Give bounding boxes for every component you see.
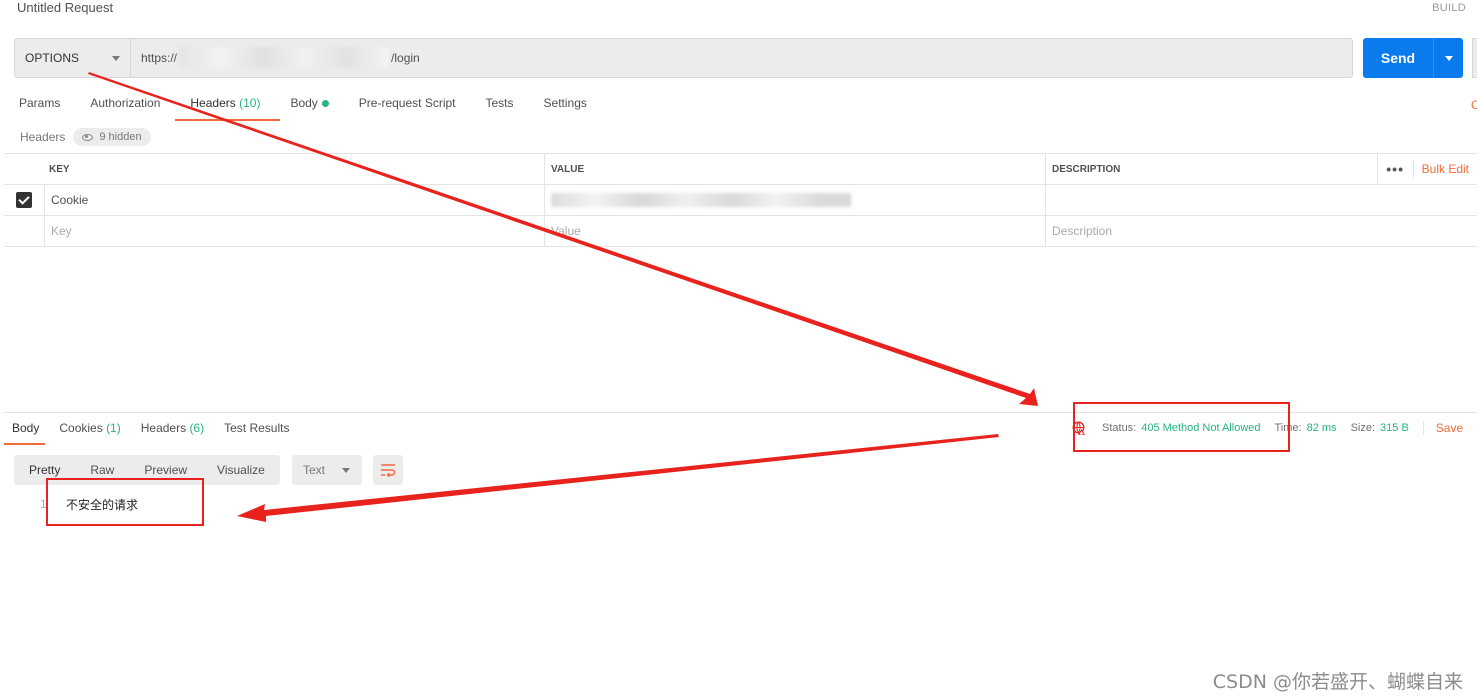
redacted-host (179, 47, 390, 69)
url-input[interactable]: https:// /login (131, 47, 420, 69)
headers-subheader: Headers 9 hidden (20, 128, 151, 146)
tab-label: Headers (190, 96, 236, 110)
annotation-box-body (46, 478, 204, 526)
row-checkbox-cell (4, 185, 45, 215)
chevron-down-icon (112, 55, 120, 61)
tab-headers[interactable]: Headers (10) (175, 96, 281, 121)
enabled-checkbox[interactable] (16, 192, 32, 208)
headers-label: Headers (20, 130, 66, 144)
tab-count: (1) (106, 421, 121, 435)
column-key: KEY (45, 154, 545, 184)
wrap-lines-button[interactable] (373, 455, 403, 485)
resp-tab-cookies[interactable]: Cookies (1) (59, 421, 120, 445)
cookies-link[interactable]: C (1471, 98, 1477, 112)
request-tabs: Params Authorization Headers (10) Body P… (19, 96, 617, 121)
format-select[interactable]: Text (292, 455, 362, 485)
tab-pre-request-script[interactable]: Pre-request Script (359, 96, 456, 121)
description-cell[interactable] (1046, 185, 1477, 215)
chevron-down-icon (1444, 55, 1453, 61)
tab-params[interactable]: Params (19, 96, 60, 121)
header-spacer (4, 154, 45, 184)
url-bar: OPTIONS https:// /login (14, 38, 1353, 78)
tab-label: Settings (543, 96, 587, 110)
tab-label: Cookies (59, 421, 103, 435)
table-row-empty: Key Value Description (4, 216, 1477, 247)
tab-label: Test Results (224, 421, 290, 435)
key-input[interactable]: Key (45, 216, 545, 246)
url-prefix: https:// (141, 51, 178, 65)
save-response-button[interactable]: Save (1422, 421, 1463, 435)
send-label: Send (1380, 50, 1416, 66)
resp-tab-test-results[interactable]: Test Results (224, 421, 289, 445)
tab-label: Body (290, 96, 318, 110)
tab-label: Body (12, 421, 40, 435)
tab-label: Headers (140, 421, 187, 435)
send-button[interactable]: Send (1363, 38, 1463, 78)
tab-authorization[interactable]: Authorization (90, 96, 160, 121)
eye-icon (82, 133, 94, 141)
redacted-value (551, 193, 851, 207)
table-tools: ••• Bulk Edit (1376, 154, 1477, 184)
chevron-down-icon (342, 467, 350, 473)
tab-label: Tests (485, 96, 514, 110)
row-checkbox-cell (4, 216, 45, 246)
value-cell[interactable] (545, 185, 1046, 215)
method-select[interactable]: OPTIONS (15, 39, 131, 77)
headers-table: KEY VALUE DESCRIPTION ••• Bulk Edit Cook… (4, 153, 1477, 247)
send-dropdown-button[interactable] (1433, 38, 1463, 78)
method-label: OPTIONS (25, 51, 80, 65)
value-input[interactable]: Value (545, 216, 1046, 246)
build-label[interactable]: BUILD (1432, 2, 1466, 14)
tab-label: Pre-request Script (358, 96, 456, 110)
tab-label: Authorization (90, 96, 161, 110)
column-value: VALUE (545, 154, 1046, 184)
url-suffix: /login (391, 51, 420, 65)
resp-tab-headers[interactable]: Headers (6) (141, 421, 204, 445)
tab-body[interactable]: Body (290, 96, 329, 121)
description-input[interactable]: Description (1046, 216, 1477, 246)
table-row: Cookie (4, 185, 1477, 216)
more-options-icon[interactable]: ••• (1376, 154, 1413, 184)
annotation-box-status (1073, 402, 1290, 452)
size-value[interactable]: 315 B (1380, 422, 1409, 434)
save-button-partial[interactable] (1472, 38, 1477, 78)
table-header-row: KEY VALUE DESCRIPTION ••• Bulk Edit (4, 154, 1477, 185)
request-title[interactable]: Untitled Request (17, 0, 113, 15)
bulk-edit-link[interactable]: Bulk Edit (1412, 160, 1477, 178)
size-label: Size: (1350, 422, 1376, 434)
tab-tests[interactable]: Tests (486, 96, 514, 121)
key-cell[interactable]: Cookie (45, 185, 545, 215)
tab-label: Params (19, 96, 61, 110)
column-description: DESCRIPTION ••• Bulk Edit (1046, 154, 1477, 184)
body-status-dot (321, 100, 329, 108)
column-description-label: DESCRIPTION (1052, 163, 1121, 175)
hidden-headers-toggle[interactable]: 9 hidden (73, 128, 151, 146)
response-tabs: Body Cookies (1) Headers (6) Test Result… (3, 421, 309, 445)
resp-tab-body[interactable]: Body (3, 421, 46, 445)
view-visualize[interactable]: Visualize (202, 455, 280, 485)
watermark: CSDN @你若盛开、蝴蝶自来 (1212, 671, 1463, 693)
wrap-lines-icon (381, 464, 396, 477)
time-value[interactable]: 82 ms (1307, 422, 1337, 434)
hidden-count: 9 hidden (99, 131, 142, 143)
tab-count: (10) (239, 96, 261, 110)
format-label: Text (303, 463, 326, 477)
tab-settings[interactable]: Settings (544, 96, 587, 121)
tab-count: (6) (189, 421, 205, 435)
